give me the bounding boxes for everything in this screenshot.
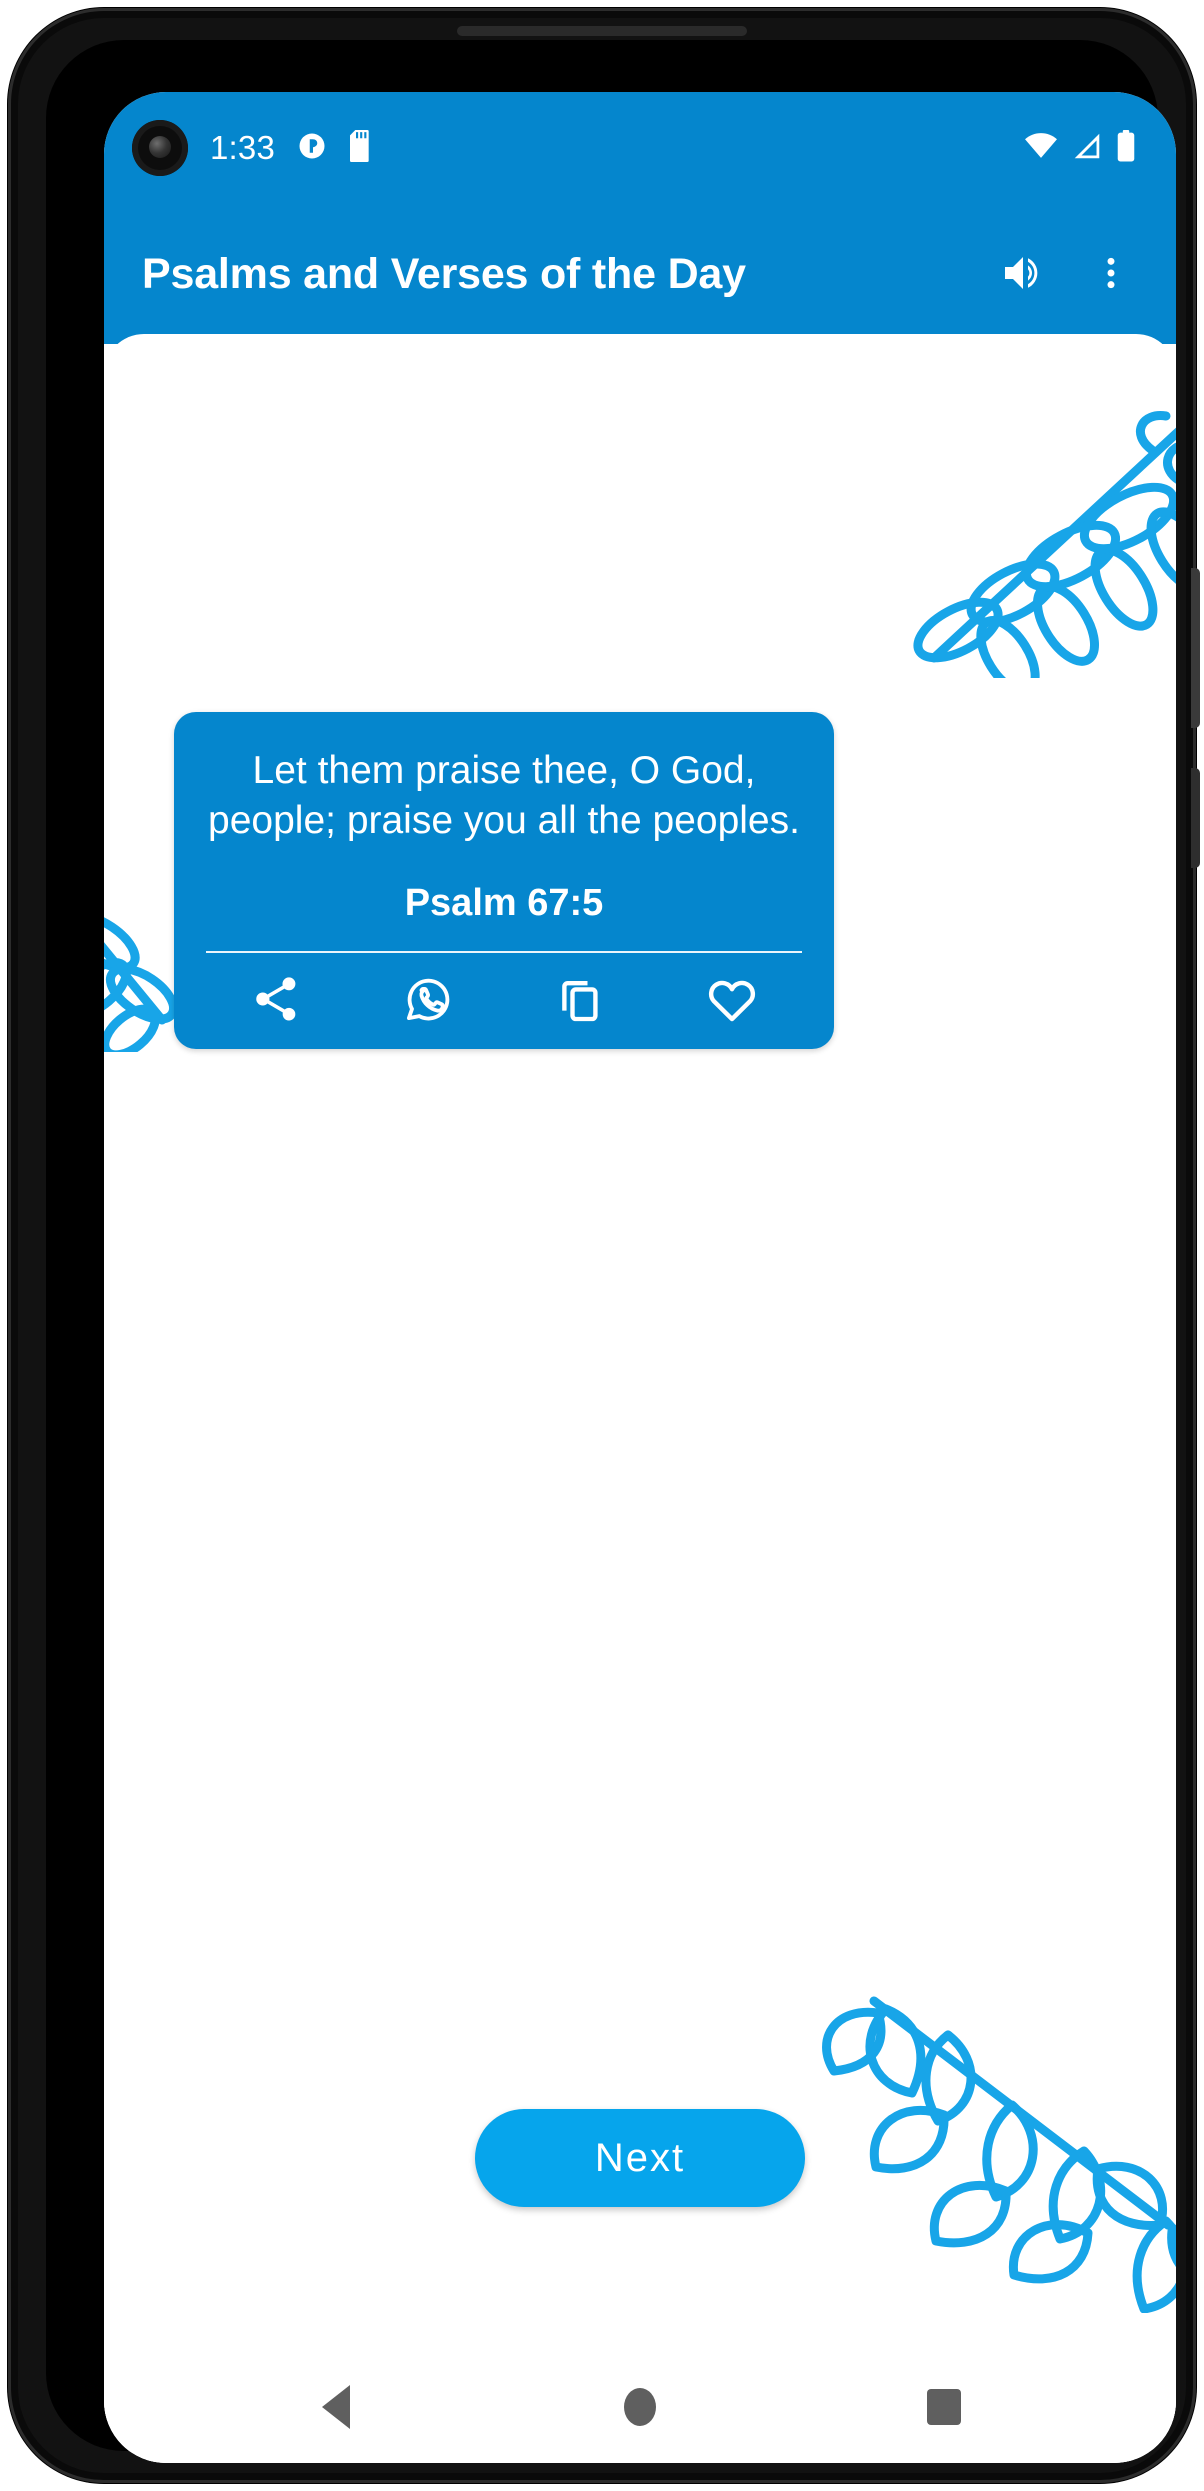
status-bar-clock: 1:33 (210, 129, 276, 166)
verse-card: Let them praise thee, O God, people; pra… (174, 712, 834, 1049)
earpiece-speaker (457, 26, 747, 36)
status-bar-left: 1:33 (104, 120, 375, 176)
status-bar: 1:33 (104, 92, 1176, 204)
nav-recents-button[interactable] (896, 2359, 992, 2455)
volume-up-icon (999, 249, 1047, 300)
verse-reference: Psalm 67:5 (404, 881, 604, 924)
favorite-button[interactable] (686, 955, 778, 1047)
phone-screen: 1:33 Psalms and Verses of the Day Let th… (104, 92, 1176, 2463)
device-frame: 1:33 Psalms and Verses of the Day Let th… (8, 8, 1200, 2483)
leaf-branch-bottom-right-icon (816, 1983, 1176, 2314)
app-notification-icon (297, 131, 327, 166)
power-button[interactable] (1191, 568, 1200, 728)
app-bar-actions (988, 239, 1146, 309)
sd-card-icon (349, 129, 375, 167)
device-bezel: 1:33 Psalms and Verses of the Day Let th… (46, 40, 1176, 2463)
overflow-menu-button[interactable] (1076, 239, 1146, 309)
share-icon (250, 973, 302, 1028)
volume-up-button[interactable] (988, 239, 1058, 309)
battery-icon (1116, 129, 1136, 167)
page-title: Psalms and Verses of the Day (142, 249, 746, 298)
verse-actions-row (200, 953, 808, 1049)
whatsapp-share-button[interactable] (382, 955, 474, 1047)
overflow-menu-icon (1091, 253, 1131, 296)
whatsapp-icon (401, 972, 455, 1029)
android-navigation-bar (104, 2351, 1176, 2463)
nav-back-button[interactable] (288, 2359, 384, 2455)
share-button[interactable] (230, 955, 322, 1047)
status-bar-right (1024, 129, 1176, 167)
back-triangle-icon (322, 2385, 350, 2429)
camera-punch-hole-icon (132, 120, 188, 176)
verse-text: Let them praise thee, O God, people; pra… (208, 749, 800, 842)
copy-icon (555, 974, 605, 1027)
recents-square-icon (927, 2389, 961, 2425)
leaf-branch-top-right-icon (880, 378, 1176, 697)
next-button[interactable]: Next (475, 2109, 805, 2207)
nav-home-button[interactable] (592, 2359, 688, 2455)
favorite-heart-icon (704, 971, 760, 1030)
cellular-signal-icon (1072, 132, 1102, 165)
copy-button[interactable] (534, 955, 626, 1047)
app-bar: Psalms and Verses of the Day (104, 204, 1176, 344)
volume-rocker-button[interactable] (1191, 768, 1200, 868)
content-area: Let them praise thee, O God, people; pra… (104, 334, 1176, 2463)
wifi-icon (1024, 132, 1058, 165)
home-circle-icon (624, 2388, 656, 2426)
